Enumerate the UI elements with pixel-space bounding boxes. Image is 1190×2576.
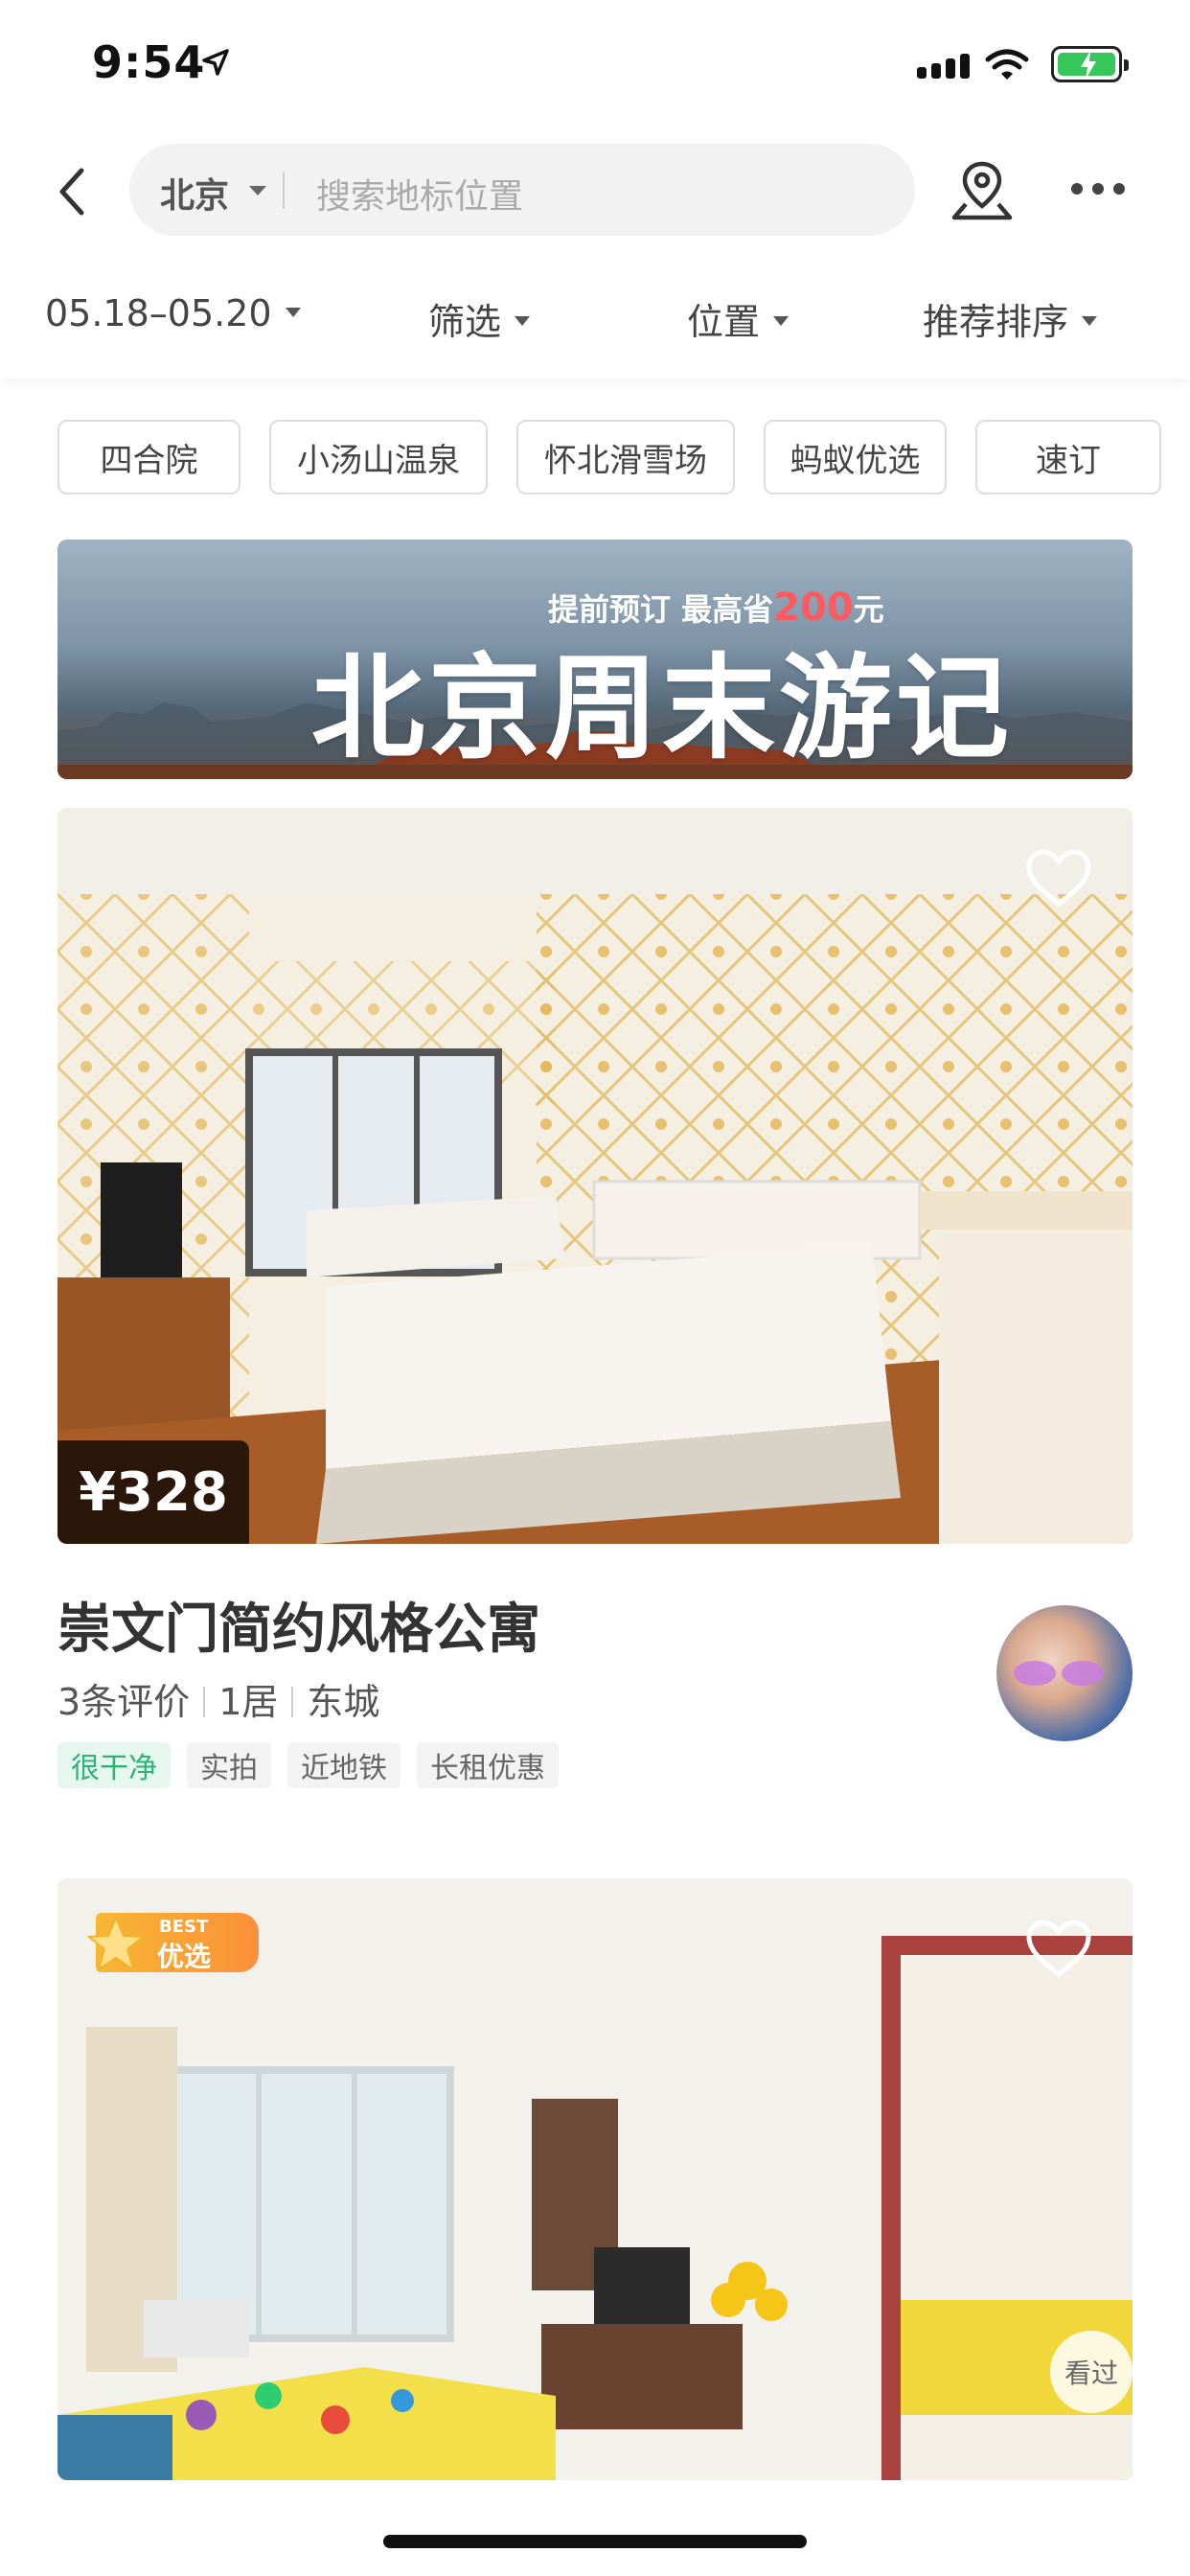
best-choice-badge: BEST 优选 — [86, 1913, 259, 1972]
wifi-icon — [985, 49, 1029, 80]
filter-dropdown[interactable]: 筛选 — [428, 292, 531, 345]
home-indicator[interactable] — [383, 2535, 807, 2548]
room-count: 1居 — [218, 1681, 279, 1723]
favorite-heart-icon[interactable] — [1025, 1919, 1092, 1978]
sort-dropdown[interactable]: 推荐排序 — [923, 292, 1098, 345]
meta-divider — [291, 1686, 294, 1717]
tag-clean: 很干净 — [57, 1742, 171, 1788]
caret-down-icon — [1082, 315, 1098, 326]
listing-meta: 3条评价 1居 东城 — [57, 1672, 379, 1725]
search-header: 北京 搜索地标位置 — [0, 129, 1190, 249]
badge-label: 优选 — [157, 1941, 212, 1972]
review-count: 3条评价 — [57, 1681, 191, 1723]
back-chevron-icon[interactable] — [53, 163, 91, 220]
sort-label: 推荐排序 — [923, 301, 1069, 343]
tag-long-stay-discount: 长租优惠 — [417, 1742, 559, 1788]
map-pin-icon[interactable] — [949, 156, 1016, 223]
caret-down-icon — [285, 307, 301, 317]
listing-photo[interactable]: BEST 优选 看过 — [57, 1878, 1133, 2480]
promo-banner[interactable]: 提前预订 最高省200元 北京周末游记 — [57, 540, 1133, 779]
date-range-label: 05.18–05.20 — [45, 292, 272, 334]
meta-divider — [203, 1686, 206, 1717]
favorite-heart-icon[interactable] — [1025, 848, 1092, 908]
bedroom-photo-image — [57, 808, 1133, 1544]
city-caret-icon — [249, 186, 266, 196]
price-tag: ¥328 — [57, 1440, 249, 1544]
search-input[interactable]: 搜索地标位置 — [316, 169, 523, 218]
location-arrow-icon — [202, 49, 229, 76]
listing-title[interactable]: 崇文门简约风格公寓 — [57, 1586, 540, 1664]
status-bar: 9:54 — [0, 0, 1190, 129]
banner-title: 北京周末游记 — [311, 642, 1014, 774]
chip-xiaotangshan[interactable]: 小汤山温泉 — [269, 420, 488, 494]
listing-photo[interactable]: ¥328 — [57, 808, 1133, 1544]
search-bar[interactable]: 北京 搜索地标位置 — [129, 144, 915, 236]
more-options-icon[interactable] — [1071, 183, 1125, 196]
tag-near-subway: 近地铁 — [287, 1742, 400, 1788]
chip-huaibei-ski[interactable]: 怀北滑雪场 — [516, 420, 735, 494]
tag-real-photo: 实拍 — [187, 1742, 271, 1788]
host-avatar[interactable] — [996, 1605, 1133, 1741]
badge-small-label: BEST — [159, 1917, 209, 1937]
district: 东城 — [307, 1681, 380, 1723]
battery-icon — [1051, 46, 1129, 82]
caret-down-icon — [773, 315, 790, 326]
quick-filter-chips: 四合院 小汤山温泉 怀北滑雪场 蚂蚁优选 速订 — [0, 420, 1190, 496]
caret-down-icon — [515, 315, 531, 326]
cellular-signal-icon — [917, 54, 971, 79]
star-icon — [86, 1915, 146, 1972]
filter-bar: 05.18–05.20 筛选 位置 推荐排序 — [0, 249, 1190, 379]
chip-siheyuan[interactable]: 四合院 — [57, 420, 240, 494]
chip-ant-select[interactable]: 蚂蚁优选 — [764, 420, 947, 494]
status-time: 9:54 — [92, 36, 206, 88]
city-selector[interactable]: 北京 — [160, 168, 229, 218]
seen-badge: 看过 — [1050, 2331, 1133, 2413]
location-dropdown[interactable]: 位置 — [687, 292, 790, 345]
location-label: 位置 — [687, 301, 761, 343]
filter-label: 筛选 — [428, 301, 502, 343]
chip-quick-book[interactable]: 速订 — [975, 420, 1161, 494]
date-range-filter[interactable]: 05.18–05.20 — [45, 292, 301, 334]
search-divider — [283, 172, 285, 209]
